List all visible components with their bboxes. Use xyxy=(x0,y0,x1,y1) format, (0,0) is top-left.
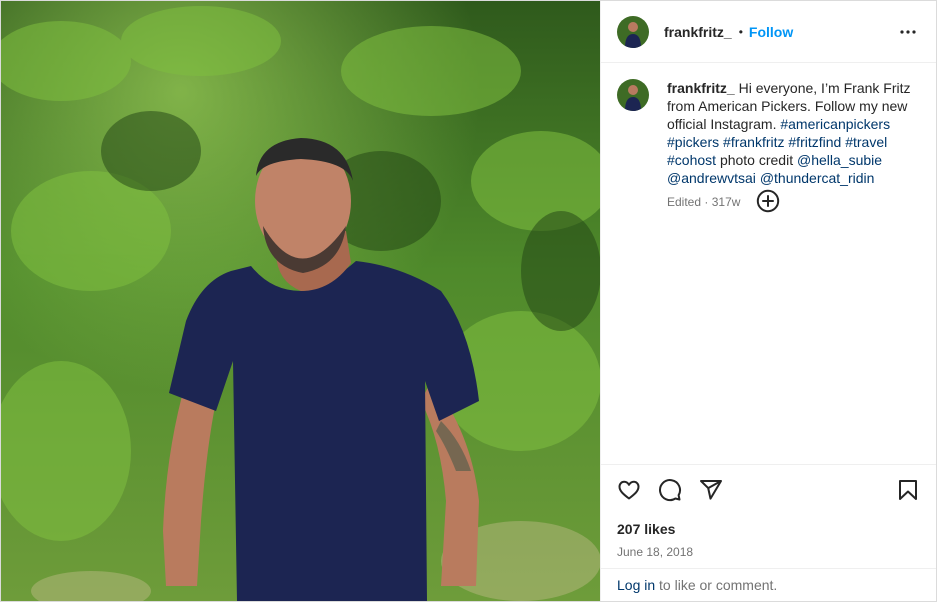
meta-separator: · xyxy=(704,195,709,209)
post-date[interactable]: June 18, 2018 xyxy=(601,537,936,559)
bookmark-icon[interactable] xyxy=(896,478,920,502)
send-icon[interactable] xyxy=(699,478,723,502)
likes-count[interactable]: 207 likes xyxy=(601,515,936,537)
edited-label: Edited xyxy=(667,195,702,209)
caption-avatar[interactable] xyxy=(617,79,649,111)
plus-circle-icon[interactable] xyxy=(756,189,780,213)
hashtag[interactable]: #frankfritz xyxy=(723,134,784,150)
actions-section: 207 likes June 18, 2018 xyxy=(601,464,936,559)
login-prompt-text: to like or comment. xyxy=(659,577,778,593)
mention[interactable]: @hella_subie xyxy=(797,152,882,168)
header-username[interactable]: frankfritz_ xyxy=(664,24,732,40)
caption-body: frankfritz_ Hi everyone, I’m Frank Fritz… xyxy=(667,79,917,211)
login-link[interactable]: Log in xyxy=(617,577,655,593)
photo-credit-label: photo credit xyxy=(719,152,794,168)
post-sidebar: frankfritz_ • Follow frankfritz_ Hi ever… xyxy=(600,1,936,601)
avatar[interactable] xyxy=(617,15,649,48)
hashtag[interactable]: #americanpickers xyxy=(780,116,890,132)
photo-man-in-navy-tshirt xyxy=(1,1,600,601)
post-header: frankfritz_ • Follow xyxy=(601,1,936,63)
caption-username[interactable]: frankfritz_ xyxy=(667,80,735,96)
hashtag[interactable]: #pickers xyxy=(667,134,719,150)
caption-meta: Edited · 317w xyxy=(667,193,917,211)
hashtag[interactable]: #fritzfind xyxy=(788,134,841,150)
follow-button[interactable]: Follow xyxy=(749,24,793,40)
heart-icon[interactable] xyxy=(617,478,641,502)
separator-dot: • xyxy=(738,24,743,39)
actions-row xyxy=(601,465,936,515)
instagram-post: frankfritz_ • Follow frankfritz_ Hi ever… xyxy=(0,0,937,602)
comment-icon[interactable] xyxy=(658,478,682,502)
more-options-icon[interactable] xyxy=(896,20,920,44)
hashtag[interactable]: #cohost xyxy=(667,152,716,168)
hashtag[interactable]: #travel xyxy=(845,134,887,150)
post-photo[interactable] xyxy=(1,1,600,601)
mention[interactable]: @thundercat_ridin xyxy=(760,170,875,186)
mention[interactable]: @andrewvtsai xyxy=(667,170,756,186)
post-age[interactable]: 317w xyxy=(712,195,741,209)
login-prompt: Log in to like or comment. xyxy=(601,568,936,601)
